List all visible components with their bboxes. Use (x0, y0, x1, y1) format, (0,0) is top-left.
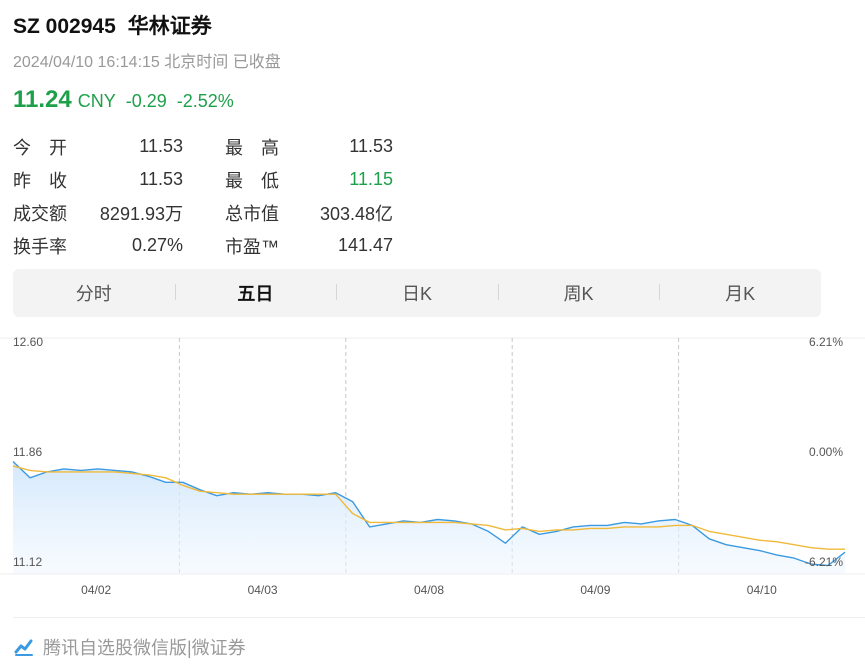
y-right-tick: 0.00% (809, 445, 843, 459)
stat-value: 11.15 (349, 169, 393, 189)
footer: 腾讯自选股微信版|微证券 (13, 634, 246, 660)
stats-row: 换手率 0.27% 市盈™ 141.47 (13, 229, 403, 262)
y-left-tick: 11.12 (13, 555, 42, 569)
stat-label: 今 开 (13, 137, 67, 158)
stat-value: 11.53 (139, 169, 183, 189)
y-right-tick: -6.21% (805, 555, 843, 569)
stat-value: 8291.93万 (99, 203, 183, 224)
stats-row: 今 开 11.53 最 高 11.53 (13, 130, 403, 163)
stat-label: 换手率 (13, 236, 67, 257)
stat-label: 昨 收 (13, 170, 67, 191)
y-right-tick: 6.21% (809, 335, 843, 349)
tab-weekly-k[interactable]: 周K (497, 280, 660, 306)
chart-svg: 12.60 11.86 11.12 6.21% 0.00% -6.21% 04/02 04/0… (0, 335, 865, 597)
x-tick-label: 04/02 (81, 583, 111, 597)
x-tick-label: 04/08 (414, 583, 444, 597)
stat-value: 141.47 (337, 235, 393, 255)
timestamp: 2024/04/10 16:14:15 北京时间 已收盘 (13, 54, 281, 71)
price-change: -0.29 (125, 91, 167, 111)
footer-text: 腾讯自选股微信版|微证券 (43, 638, 246, 658)
stats-row: 成交额 8291.93万 总市值 303.48亿 (13, 196, 403, 229)
app-logo-icon (14, 639, 33, 656)
current-price: 11.24 (13, 86, 72, 113)
stat-label: 最 低 (225, 170, 279, 191)
tab-five-day[interactable]: 五日 (174, 280, 337, 306)
five-day-chart: 12.60 11.86 11.12 6.21% 0.00% -6.21% 04/02 04/0… (0, 330, 865, 610)
y-left-tick: 11.86 (13, 445, 42, 459)
tab-intraday[interactable]: 分时 (13, 280, 175, 306)
stat-value: 0.27% (131, 235, 183, 255)
stats-table: 今 开 11.53 最 高 11.53 昨 收 11.53 最 低 11.15 … (13, 130, 403, 262)
stock-name: 华林证券 (127, 15, 212, 38)
y-left-tick: 12.60 (13, 335, 43, 349)
stat-label: 总市值 (225, 203, 279, 224)
stat-value: 11.53 (349, 136, 393, 156)
stat-label: 成交额 (13, 203, 67, 224)
tab-daily-k[interactable]: 日K (336, 280, 498, 306)
period-tabs: 分时 五日 日K 周K 月K (13, 269, 821, 317)
stat-label: 最 高 (225, 137, 279, 158)
stats-row: 昨 收 11.53 最 低 11.15 (13, 163, 403, 196)
footer-divider (13, 617, 865, 618)
tab-monthly-k[interactable]: 月K (659, 280, 821, 306)
price-area (13, 461, 845, 574)
stock-title: SZ 002945 华林证券 (13, 10, 224, 40)
stock-code: SZ 002945 (13, 15, 116, 38)
x-tick-label: 04/09 (580, 583, 610, 597)
stat-value: 11.53 (139, 136, 183, 156)
price-row: 11.24 CNY -0.29 -2.52% (13, 86, 244, 114)
stat-value: 303.48亿 (319, 203, 393, 224)
stat-label: 市盈™ (225, 236, 279, 257)
x-tick-label: 04/10 (747, 583, 777, 597)
x-tick-label: 04/03 (248, 583, 278, 597)
currency: CNY (77, 91, 116, 111)
price-change-pct: -2.52% (176, 91, 234, 111)
